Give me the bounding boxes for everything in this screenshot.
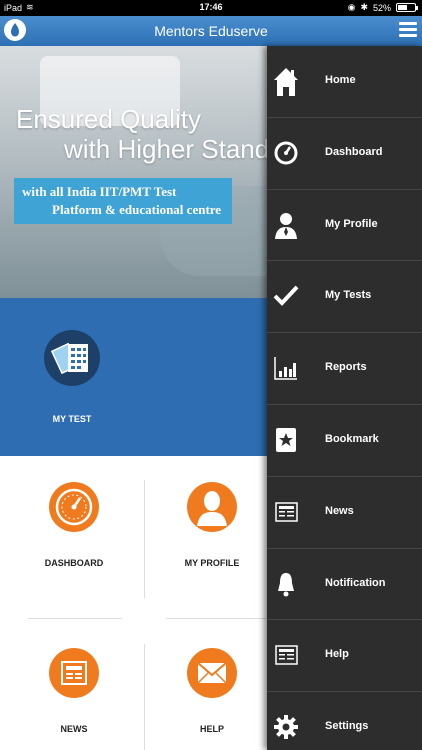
dashboard-icon bbox=[273, 138, 299, 168]
test-sheet-icon bbox=[50, 342, 88, 375]
bar-chart-icon bbox=[273, 353, 299, 383]
bookmark-icon bbox=[273, 425, 299, 455]
menu-item-label: Notification bbox=[325, 576, 386, 589]
my-test-label: MY TEST bbox=[52, 414, 92, 424]
help-label: HELP bbox=[199, 724, 224, 734]
battery-percent: 52% bbox=[372, 2, 391, 13]
app-header: Mentors Eduserve bbox=[0, 16, 422, 46]
my-profile-label: MY PROFILE bbox=[184, 558, 240, 568]
help-icon bbox=[273, 640, 299, 670]
news-tile[interactable]: NEWS bbox=[4, 648, 144, 734]
menu-item-label: Dashboard bbox=[325, 145, 383, 158]
menu-item-settings[interactable]: Settings bbox=[267, 692, 422, 750]
battery-icon bbox=[396, 3, 418, 12]
my-test-button[interactable] bbox=[44, 330, 100, 386]
envelope-icon bbox=[187, 648, 237, 698]
banner-tagline-1: with all India IIT/PMT Test bbox=[22, 184, 177, 199]
menu-item-reports[interactable]: Reports bbox=[267, 333, 422, 405]
menu-item-label: Bookmark bbox=[325, 432, 379, 445]
user-silhouette-icon bbox=[187, 482, 237, 532]
side-drawer: Home Dashboard My Profile My Tests Repor… bbox=[267, 46, 422, 750]
status-bar: iPad ≋ 17:46 ◉ ✱ 52% bbox=[0, 0, 422, 16]
dashboard-label: DASHBOARD bbox=[44, 558, 104, 568]
menu-item-help[interactable]: Help bbox=[267, 620, 422, 693]
bluetooth-icon: ✱ bbox=[360, 2, 368, 12]
my-profile-tile[interactable]: MY PROFILE bbox=[142, 482, 282, 568]
menu-item-news[interactable]: News bbox=[267, 477, 422, 549]
menu-item-label: Settings bbox=[325, 720, 369, 733]
banner-tagline-2: Platform & educational centre bbox=[52, 202, 222, 217]
gear-icon bbox=[273, 712, 299, 742]
menu-item-label: Home bbox=[325, 74, 356, 86]
news-label: NEWS bbox=[60, 724, 88, 734]
menu-item-label: My Tests bbox=[325, 289, 372, 302]
home-icon bbox=[273, 66, 299, 96]
menu-item-my-tests[interactable]: My Tests bbox=[267, 261, 422, 334]
banner-headline-1: Ensured Quality bbox=[16, 104, 201, 134]
app-title: Mentors Eduserve bbox=[154, 23, 268, 39]
speedometer-icon bbox=[49, 482, 99, 532]
menu-item-label: Reports bbox=[325, 361, 367, 374]
banner-tagline: with all India IIT/PMT Test Platform & e… bbox=[14, 178, 232, 224]
menu-item-notification[interactable]: Notification bbox=[267, 549, 422, 621]
profile-icon bbox=[273, 210, 299, 240]
menu-item-bookmark[interactable]: Bookmark bbox=[267, 405, 422, 477]
checkmark-icon bbox=[273, 281, 299, 311]
newspaper-icon bbox=[49, 648, 99, 698]
menu-item-my-profile[interactable]: My Profile bbox=[267, 190, 422, 262]
menu-item-home[interactable]: Home bbox=[267, 46, 422, 118]
newspaper-icon bbox=[273, 497, 299, 527]
menu-item-label: News bbox=[325, 504, 354, 517]
menu-item-dashboard[interactable]: Dashboard bbox=[267, 118, 422, 190]
help-tile[interactable]: HELP bbox=[142, 648, 282, 734]
menu-item-label: Help bbox=[325, 648, 349, 661]
orientation-lock-icon: ◉ bbox=[347, 2, 356, 12]
bell-icon bbox=[273, 569, 299, 599]
menu-item-label: My Profile bbox=[325, 217, 378, 230]
hamburger-menu-icon[interactable] bbox=[399, 19, 417, 41]
dashboard-tile[interactable]: DASHBOARD bbox=[4, 482, 144, 568]
